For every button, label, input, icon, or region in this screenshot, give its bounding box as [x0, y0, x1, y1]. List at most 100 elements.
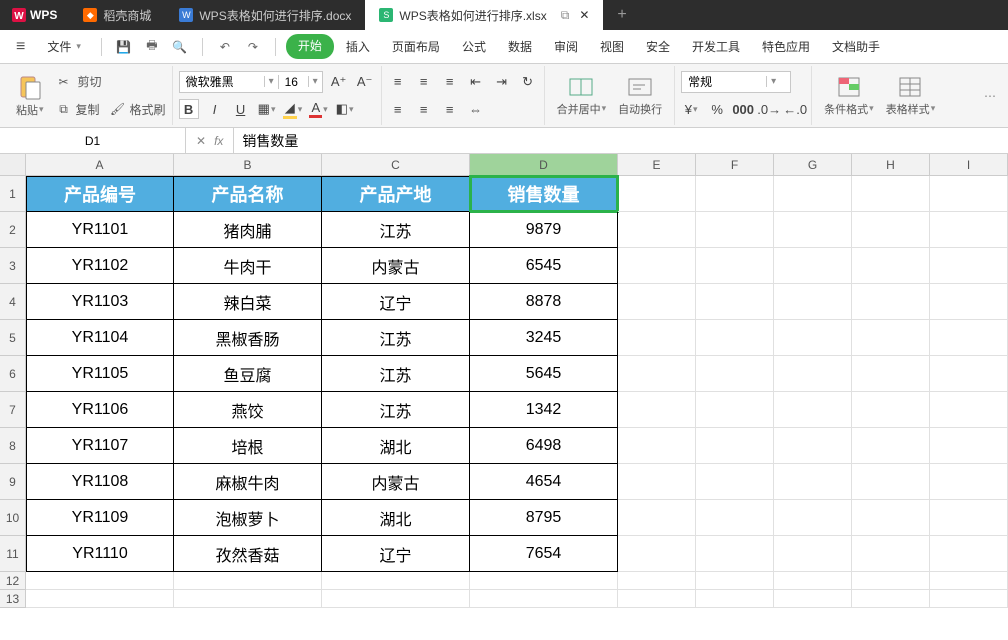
- cell[interactable]: [696, 500, 774, 536]
- spreadsheet-grid[interactable]: ABCDEFGHI 1产品编号产品名称产品产地销售数量2YR1101猪肉脯江苏9…: [0, 154, 1008, 640]
- print-preview-icon[interactable]: 🔍: [168, 35, 192, 59]
- document-tab[interactable]: SWPS表格如何进行排序.xlsx⧉✕: [365, 0, 603, 30]
- cell[interactable]: [774, 356, 852, 392]
- redo-icon[interactable]: ↷: [241, 35, 265, 59]
- cell[interactable]: 培根: [174, 428, 322, 464]
- cell[interactable]: [930, 248, 1008, 284]
- row-header[interactable]: 8: [0, 428, 26, 464]
- cell[interactable]: [774, 212, 852, 248]
- wrap-text-button[interactable]: 自动换行: [612, 68, 668, 123]
- hamburger-icon[interactable]: ≡: [8, 38, 33, 56]
- cell[interactable]: [930, 500, 1008, 536]
- shrink-font-button[interactable]: A⁻: [355, 72, 375, 92]
- cell[interactable]: [774, 572, 852, 590]
- cell[interactable]: 猪肉脯: [174, 212, 322, 248]
- ribbon-expand-icon[interactable]: ⋯: [976, 66, 1004, 125]
- cell[interactable]: YR1109: [26, 500, 174, 536]
- font-color-button[interactable]: A▾: [309, 99, 329, 119]
- name-box[interactable]: [0, 128, 186, 153]
- row-header[interactable]: 10: [0, 500, 26, 536]
- cell[interactable]: 6545: [470, 248, 618, 284]
- cell[interactable]: [696, 176, 774, 212]
- align-top-icon[interactable]: ≡: [388, 72, 408, 92]
- merge-center-button[interactable]: 合并居中▾: [551, 68, 613, 123]
- row-header[interactable]: 3: [0, 248, 26, 284]
- cell[interactable]: [930, 212, 1008, 248]
- cell[interactable]: [696, 248, 774, 284]
- borders-button[interactable]: ▦▾: [257, 99, 277, 119]
- cell[interactable]: 辣白菜: [174, 284, 322, 320]
- row-header[interactable]: 1: [0, 176, 26, 212]
- cell[interactable]: YR1101: [26, 212, 174, 248]
- close-tab-icon[interactable]: ✕: [579, 8, 589, 22]
- cell[interactable]: YR1108: [26, 464, 174, 500]
- cell[interactable]: [696, 428, 774, 464]
- comma-icon[interactable]: 000: [733, 99, 753, 119]
- cell[interactable]: 销售数量: [470, 176, 618, 212]
- cell[interactable]: [774, 320, 852, 356]
- cell[interactable]: [774, 176, 852, 212]
- cell[interactable]: [470, 572, 618, 590]
- cell[interactable]: [26, 572, 174, 590]
- cell[interactable]: 内蒙古: [322, 464, 470, 500]
- fx-icon[interactable]: fx: [214, 134, 223, 148]
- cell[interactable]: [618, 284, 696, 320]
- menu-tab[interactable]: 数据: [498, 34, 542, 59]
- cell[interactable]: YR1104: [26, 320, 174, 356]
- undo-icon[interactable]: ↶: [213, 35, 237, 59]
- cell[interactable]: YR1106: [26, 392, 174, 428]
- cell[interactable]: [930, 590, 1008, 608]
- popout-icon[interactable]: ⧉: [561, 8, 570, 23]
- cell[interactable]: [618, 590, 696, 608]
- cell[interactable]: [852, 428, 930, 464]
- cell[interactable]: [930, 572, 1008, 590]
- cell[interactable]: 黑椒香肠: [174, 320, 322, 356]
- cell[interactable]: [852, 176, 930, 212]
- cell[interactable]: YR1103: [26, 284, 174, 320]
- cell[interactable]: [930, 392, 1008, 428]
- table-style-button[interactable]: 表格样式▾: [880, 68, 942, 123]
- align-center-icon[interactable]: ≡: [414, 99, 434, 119]
- menu-tab[interactable]: 公式: [452, 34, 496, 59]
- menu-tab[interactable]: 开发工具: [682, 34, 750, 59]
- cell[interactable]: [774, 536, 852, 572]
- cell[interactable]: [930, 464, 1008, 500]
- cell[interactable]: [774, 284, 852, 320]
- wps-logo[interactable]: W WPS: [0, 0, 69, 30]
- number-format-select[interactable]: 常规▾: [681, 71, 791, 93]
- font-name-select[interactable]: 微软雅黑▾16▾: [179, 71, 323, 93]
- row-header[interactable]: 4: [0, 284, 26, 320]
- cell[interactable]: [930, 284, 1008, 320]
- cell[interactable]: 8795: [470, 500, 618, 536]
- cond-format-button[interactable]: 条件格式▾: [818, 68, 880, 123]
- indent-inc-icon[interactable]: ⇥: [492, 72, 512, 92]
- cell[interactable]: [852, 212, 930, 248]
- font-size-select[interactable]: 16: [278, 75, 308, 89]
- column-header[interactable]: E: [618, 154, 696, 175]
- cell[interactable]: [618, 248, 696, 284]
- cell[interactable]: 鱼豆腐: [174, 356, 322, 392]
- cell[interactable]: [852, 590, 930, 608]
- menu-tab[interactable]: 开始: [286, 34, 334, 59]
- align-left-icon[interactable]: ≡: [388, 99, 408, 119]
- file-menu[interactable]: 文件▾: [37, 36, 91, 57]
- cell[interactable]: [618, 176, 696, 212]
- cell[interactable]: 9879: [470, 212, 618, 248]
- align-middle-icon[interactable]: ≡: [414, 72, 434, 92]
- cell[interactable]: [618, 536, 696, 572]
- cell[interactable]: 麻椒牛肉: [174, 464, 322, 500]
- new-tab-button[interactable]: +: [603, 0, 640, 30]
- cell[interactable]: 燕饺: [174, 392, 322, 428]
- column-header[interactable]: G: [774, 154, 852, 175]
- cell[interactable]: [618, 392, 696, 428]
- menu-tab[interactable]: 视图: [590, 34, 634, 59]
- cancel-icon[interactable]: ✕: [196, 134, 206, 148]
- cell[interactable]: [852, 284, 930, 320]
- clean-icon[interactable]: ◧▾: [335, 99, 355, 119]
- cell[interactable]: [696, 212, 774, 248]
- cell[interactable]: [696, 464, 774, 500]
- cell[interactable]: 4654: [470, 464, 618, 500]
- cell[interactable]: [774, 590, 852, 608]
- column-header[interactable]: I: [930, 154, 1008, 175]
- menu-tab[interactable]: 特色应用: [752, 34, 820, 59]
